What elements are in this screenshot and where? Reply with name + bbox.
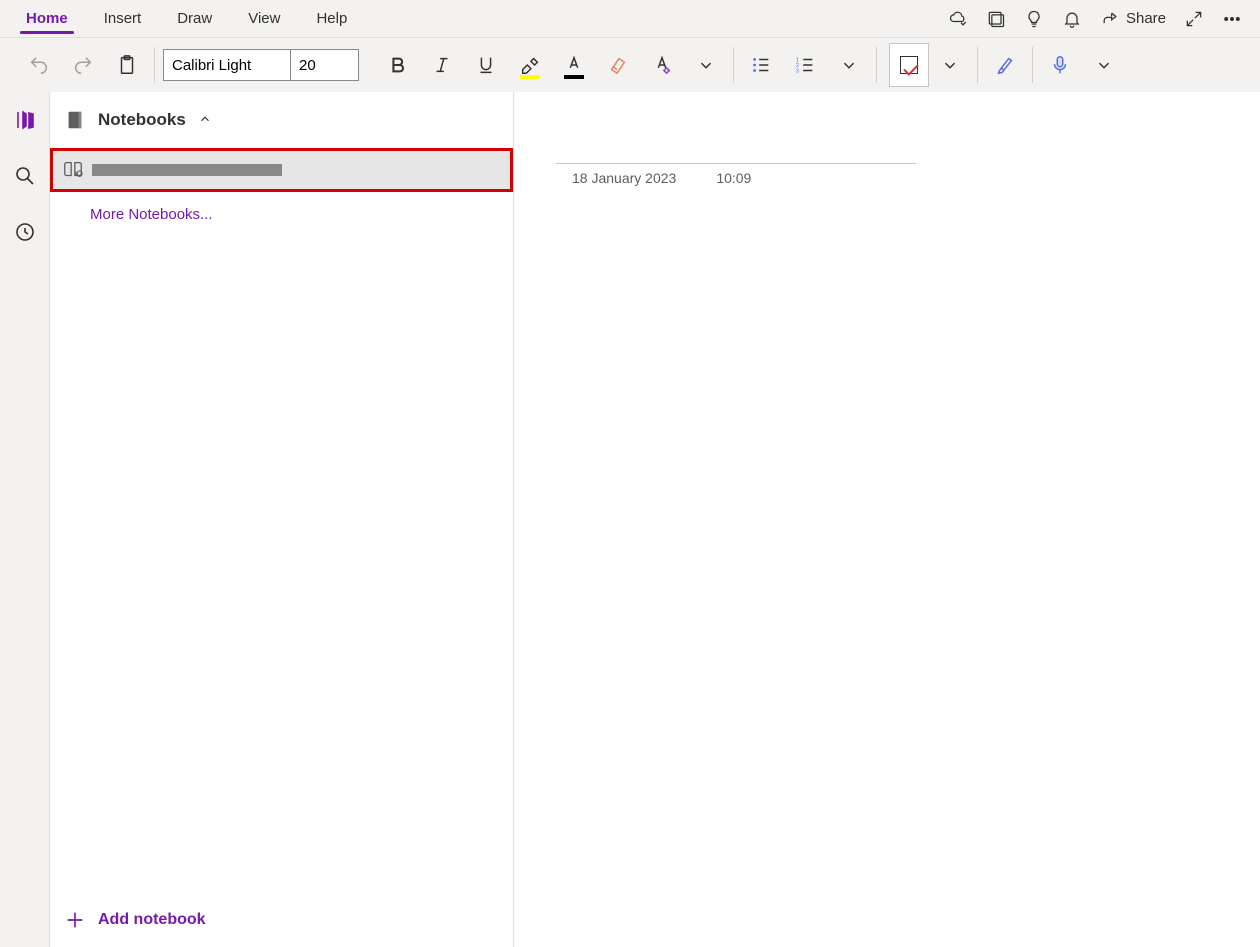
rail-notebooks-icon[interactable] — [11, 106, 39, 134]
chevron-up-icon — [198, 112, 214, 128]
ribbon-group-tags — [877, 38, 977, 92]
page-header: 18 January 2023 10:09 — [556, 142, 916, 186]
font-color-swatch — [564, 75, 584, 79]
tab-draw[interactable]: Draw — [159, 0, 230, 37]
tabs-left: Home Insert Draw View Help — [8, 0, 365, 37]
undo-button[interactable] — [24, 47, 54, 83]
bulleted-list-button[interactable] — [746, 47, 776, 83]
page-time: 10:09 — [716, 170, 751, 186]
highlight-button[interactable] — [515, 47, 545, 83]
page-title-line[interactable] — [556, 142, 916, 164]
checkbox-checked-icon — [900, 56, 918, 74]
ribbon: 123 — [0, 38, 1260, 92]
notebook-item-current[interactable] — [50, 148, 513, 192]
tab-home[interactable]: Home — [8, 0, 86, 37]
notebooks-header[interactable]: Notebooks — [50, 92, 513, 148]
dictate-button[interactable] — [1045, 47, 1075, 83]
page-date: 18 January 2023 — [572, 170, 676, 186]
add-notebook-label: Add notebook — [98, 911, 206, 929]
ink-pen-button[interactable] — [990, 47, 1020, 83]
open-notebook-icon — [62, 159, 84, 181]
styles-button[interactable] — [647, 47, 677, 83]
more-notebooks-link[interactable]: More Notebooks... — [50, 192, 513, 223]
page-date-row: 18 January 2023 10:09 — [556, 164, 916, 186]
ribbon-group-lists: 123 — [734, 38, 876, 92]
plus-icon — [64, 909, 86, 931]
font-size-input[interactable] — [291, 49, 359, 81]
bold-button[interactable] — [383, 47, 413, 83]
notebooks-panel: Notebooks More Notebooks... Add notebook — [50, 92, 514, 947]
bell-icon[interactable] — [1062, 9, 1082, 29]
tabs-bar: Home Insert Draw View Help Share — [0, 0, 1260, 38]
font-color-button[interactable] — [559, 47, 589, 83]
share-label: Share — [1126, 10, 1166, 27]
redo-button[interactable] — [68, 47, 98, 83]
clipboard-button[interactable] — [112, 47, 142, 83]
numbered-list-button[interactable]: 123 — [790, 47, 820, 83]
feed-icon[interactable] — [986, 9, 1006, 29]
rail-recent-icon[interactable] — [11, 218, 39, 246]
formatting-more-dropdown[interactable] — [691, 47, 721, 83]
notebook-header-icon — [64, 109, 86, 131]
ribbon-overflow-dropdown[interactable] — [1089, 47, 1119, 83]
font-name-input[interactable] — [163, 49, 291, 81]
add-notebook-button[interactable]: Add notebook — [50, 893, 513, 947]
underline-button[interactable] — [471, 47, 501, 83]
body: Notebooks More Notebooks... Add notebook… — [0, 92, 1260, 947]
todo-tag-button[interactable] — [889, 43, 929, 87]
notebooks-header-label: Notebooks — [98, 110, 186, 130]
ribbon-group-font — [155, 38, 371, 92]
ribbon-group-voice — [1033, 38, 1131, 92]
tab-view[interactable]: View — [230, 0, 298, 37]
tab-help[interactable]: Help — [298, 0, 365, 37]
nav-rail — [0, 92, 50, 947]
lightbulb-icon[interactable] — [1024, 9, 1044, 29]
ribbon-group-history — [12, 38, 154, 92]
notebook-name-redacted — [92, 164, 282, 176]
cloud-sync-icon[interactable] — [948, 9, 968, 29]
svg-text:3: 3 — [796, 68, 799, 74]
clear-formatting-button[interactable] — [603, 47, 633, 83]
lists-more-dropdown[interactable] — [834, 47, 864, 83]
tags-dropdown[interactable] — [935, 47, 965, 83]
ribbon-group-formatting — [371, 38, 733, 92]
share-button[interactable]: Share — [1100, 9, 1166, 29]
more-options-icon[interactable] — [1222, 9, 1242, 29]
page-canvas[interactable]: 18 January 2023 10:09 — [514, 92, 1260, 947]
titlebar-right: Share — [948, 0, 1252, 37]
italic-button[interactable] — [427, 47, 457, 83]
highlight-color-swatch — [520, 75, 540, 79]
rail-search-icon[interactable] — [11, 162, 39, 190]
tab-insert[interactable]: Insert — [86, 0, 160, 37]
ribbon-group-ink — [978, 38, 1032, 92]
fullscreen-icon[interactable] — [1184, 9, 1204, 29]
